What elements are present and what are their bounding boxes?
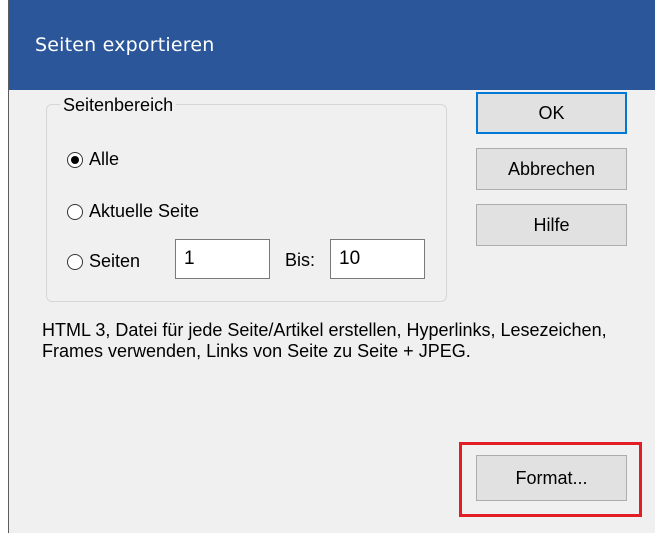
radio-pages[interactable]: Seiten [67, 251, 140, 272]
radio-all[interactable]: Alle [67, 149, 119, 170]
help-button[interactable]: Hilfe [476, 204, 627, 246]
export-settings-description: HTML 3, Datei für jede Seite/Artikel ers… [42, 320, 607, 361]
page-from-input[interactable]: 1 [175, 239, 270, 279]
radio-all-label[interactable]: Alle [89, 149, 119, 170]
page-to-input[interactable]: 10 [330, 239, 425, 279]
radio-current-page-indicator[interactable] [67, 203, 83, 220]
cancel-button[interactable]: Abbrechen [476, 148, 627, 190]
radio-pages-label[interactable]: Seiten [89, 251, 140, 272]
page-range-group: Seitenbereich Alle Aktuelle Seite Seiten… [46, 95, 447, 302]
radio-all-indicator[interactable] [67, 151, 83, 168]
radio-pages-indicator[interactable] [67, 253, 83, 270]
title-bar[interactable]: Seiten exportieren [9, 0, 655, 90]
radio-current-page[interactable]: Aktuelle Seite [67, 201, 199, 222]
format-highlight-box [459, 442, 642, 517]
dialog-content: Seitenbereich Alle Aktuelle Seite Seiten… [9, 90, 655, 533]
page-to-label: Bis: [285, 250, 316, 270]
export-pages-dialog: Seiten exportieren Seitenbereich Alle Ak… [8, 0, 655, 533]
radio-current-page-label[interactable]: Aktuelle Seite [89, 201, 199, 222]
page-range-legend: Seitenbereich [60, 95, 177, 115]
ok-button[interactable]: OK [476, 92, 627, 134]
dialog-title: Seiten exportieren [35, 34, 215, 56]
